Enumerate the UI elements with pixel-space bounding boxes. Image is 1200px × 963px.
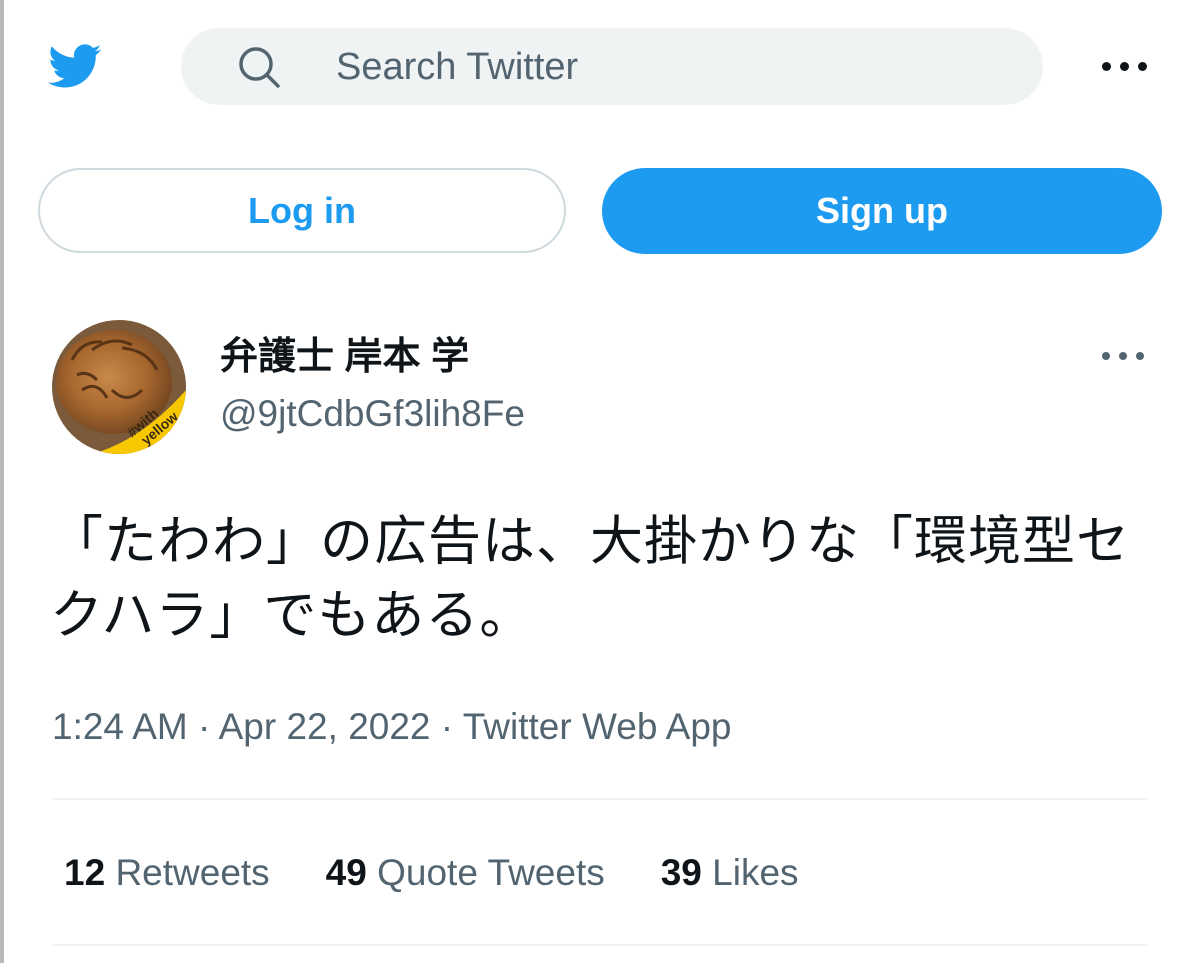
stat-label: Quote Tweets [377,852,605,893]
author-handle[interactable]: @9jtCdbGf3lih8Fe [220,394,525,434]
dot [1102,352,1110,360]
tweet-stats: 12 Retweets 49 Quote Tweets 39 Likes [64,852,799,894]
stat-count: 39 [660,852,702,893]
tweet-time[interactable]: 1:24 AM [52,706,188,747]
avatar-image: #with yellow [52,320,186,454]
stat-likes[interactable]: 39 Likes [661,852,799,894]
avatar[interactable]: #with yellow [52,320,186,454]
divider [52,944,1148,946]
tweet-more-icon[interactable] [1096,340,1150,374]
dot [1119,352,1127,360]
stat-retweets[interactable]: 12 Retweets [64,852,270,894]
dot [1138,62,1147,71]
dot [1136,352,1144,360]
tweet-date[interactable]: Apr 22, 2022 [219,706,431,747]
meta-separator: · [440,706,454,747]
signup-button[interactable]: Sign up [602,168,1162,254]
search-icon [239,47,280,88]
stat-count: 49 [325,852,367,893]
stat-quote-tweets[interactable]: 49 Quote Tweets [326,852,605,894]
twitter-bird-icon[interactable] [40,38,108,94]
meta-separator: · [198,706,211,747]
tweet-meta: 1:24 AM · Apr 22, 2022 · Twitter Web App [52,706,731,748]
dot [1120,62,1129,71]
tweet-text: 「たわわ」の広告は、大掛かりな「環境型セクハラ」でもある。 [50,512,1130,645]
tweet-source[interactable]: Twitter Web App [463,706,732,747]
more-options-icon[interactable] [1098,50,1152,84]
author-display-name[interactable]: 弁護士 岸本 学 [220,336,469,378]
stat-label: Likes [712,852,799,893]
divider [52,798,1148,800]
search-input[interactable]: Search Twitter [181,28,1043,105]
login-button[interactable]: Log in [38,168,566,253]
stat-count: 12 [64,852,106,893]
stat-label: Retweets [115,852,270,893]
search-placeholder: Search Twitter [336,46,579,88]
dot [1102,62,1111,71]
window-edge [0,0,4,963]
